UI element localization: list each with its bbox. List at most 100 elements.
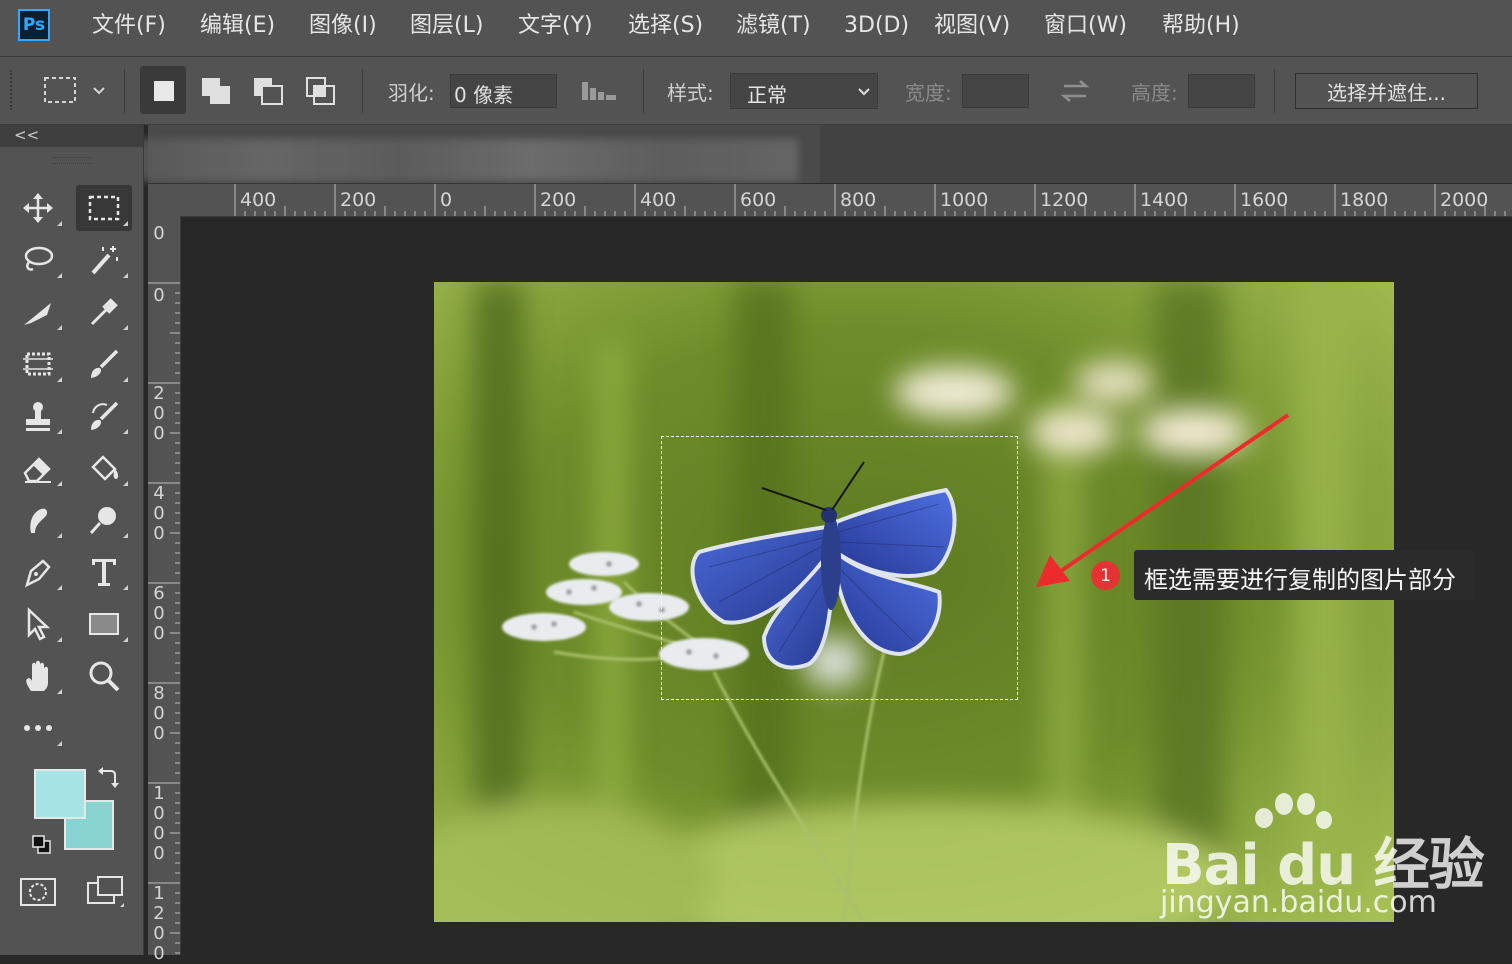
annotation-text: 框选需要进行复制的图片部分 [1144,566,1456,594]
menu-help[interactable]: 帮助(H) [1162,12,1240,40]
ruler-h-label: 1600 [1240,189,1289,211]
height-input[interactable] [1188,74,1255,108]
style-select[interactable]: 正常 [730,73,878,109]
ruler-h-label: 800 [840,189,877,211]
ruler-v-digit: 0 [153,523,165,544]
lasso-tool[interactable] [10,237,66,283]
ruler-v-digit: 6 [153,583,165,604]
ellipsis-icon [24,725,52,731]
dodge-tool[interactable] [76,497,132,543]
selection-marquee[interactable] [661,436,1018,700]
watermark-url: jingyan.baidu.com [1160,885,1437,920]
ruler-v-digit: 2 [153,903,165,924]
tool-preset-picker[interactable] [40,72,112,108]
feather-input[interactable]: 0 像素 [450,74,557,108]
swap-arrows-icon [1060,80,1090,102]
paint-bucket-tool[interactable] [76,445,132,491]
new-selection-button[interactable] [140,66,186,114]
horizontal-ruler[interactable]: 400 200 0 200 400 600 800 1000 1200 1400… [148,184,1512,217]
ruler-v-digit: 1 [153,783,165,804]
options-grip[interactable] [10,70,15,110]
menu-layer[interactable]: 图层(L) [410,12,483,40]
paint-bucket-icon [91,455,119,481]
magic-wand-tool[interactable] [76,237,132,283]
chevron-down-icon [858,88,870,96]
ruler-v-digit: 0 [153,603,165,624]
ruler-h-label: 200 [340,189,377,211]
clone-stamp-tool[interactable] [10,393,66,439]
history-brush-tool[interactable] [76,393,132,439]
foreground-color-swatch[interactable] [34,769,86,819]
photoshop-logo: Ps [18,9,50,41]
menu-edit[interactable]: 编辑(E) [200,12,275,40]
intersect-selection-button[interactable] [298,66,344,114]
ruler-h-label: 2000 [1440,189,1489,211]
quick-mask-button[interactable] [18,875,58,909]
rectangle-icon [89,613,119,635]
screen-mode-button[interactable] [84,873,128,909]
menu-type[interactable]: 文字(Y) [518,12,593,40]
vertical-ruler[interactable]: 0020040060080010001200 [148,216,181,964]
rectangle-tool[interactable] [76,601,132,647]
rectangular-marquee-tool[interactable] [76,185,132,231]
eraser-tool[interactable] [10,445,66,491]
style-value: 正常 [747,83,787,107]
ruler-v-digit: 0 [153,703,165,724]
hand-icon [26,660,48,691]
menu-3d[interactable]: 3D(D) [844,12,909,40]
move-icon [23,193,53,223]
menu-filter[interactable]: 滤镜(T) [736,12,811,40]
select-and-mask-button[interactable]: 选择并遮住... [1295,73,1478,109]
subtract-selection-button[interactable] [246,66,292,114]
width-input[interactable] [962,74,1029,108]
menu-file[interactable]: 文件(F) [92,12,166,40]
menu-image[interactable]: 图像(I) [309,12,377,40]
add-to-selection-button[interactable] [194,66,240,114]
brush-tool[interactable] [76,341,132,387]
slice-tool[interactable] [10,289,66,335]
move-tool[interactable] [10,185,66,231]
path-selection-tool[interactable] [10,601,66,647]
zoom-tool[interactable] [76,653,132,699]
ruler-h-label: 400 [240,189,277,211]
swap-colors-icon [98,767,119,788]
hand-tool[interactable] [10,653,66,699]
ruler-h-label: 1400 [1140,189,1189,211]
type-tool[interactable] [76,549,132,595]
blurred-document-title [133,139,798,181]
default-colors-button[interactable] [31,834,53,856]
pen-tool[interactable] [10,549,66,595]
marquee-preset-icon [44,77,105,103]
rectangular-marquee-icon [88,195,120,221]
document-tab[interactable] [133,125,820,183]
anti-alias-toggle[interactable] [580,76,620,104]
menu-view[interactable]: 视图(V) [934,12,1010,40]
eyedropper-tool[interactable] [76,289,132,335]
ruler-v-digit: 0 [153,843,165,864]
dodge-icon [89,507,116,535]
pen-icon [25,559,51,588]
new-selection-icon [154,81,174,101]
swap-colors-button[interactable] [96,765,120,789]
ruler-h-label: 0 [440,189,453,211]
eyedropper-icon [90,298,118,326]
swap-dimensions-button[interactable] [1058,76,1092,106]
ruler-v-digit: 0 [153,803,165,824]
collapse-panel-button[interactable]: << [14,126,39,144]
more-tools[interactable] [10,705,66,751]
ruler-v-digit: 0 [153,223,165,244]
ruler-v-digit: 1 [153,883,165,904]
ruler-v-digit: 0 [153,285,165,306]
menu-select[interactable]: 选择(S) [628,12,703,40]
ruler-v-digit: 4 [153,483,165,504]
crop-frame-tool[interactable] [10,341,66,387]
stamp-icon [26,402,50,431]
menu-window[interactable]: 窗口(W) [1044,12,1127,40]
history-brush-icon [91,401,119,430]
ruler-v-digit: 0 [153,923,165,944]
panel-grip[interactable] [52,157,92,164]
smudge-tool[interactable] [10,497,66,543]
arrow-cursor-icon [27,607,51,641]
lasso-icon [24,246,54,271]
step-number-badge: 1 [1091,561,1120,590]
